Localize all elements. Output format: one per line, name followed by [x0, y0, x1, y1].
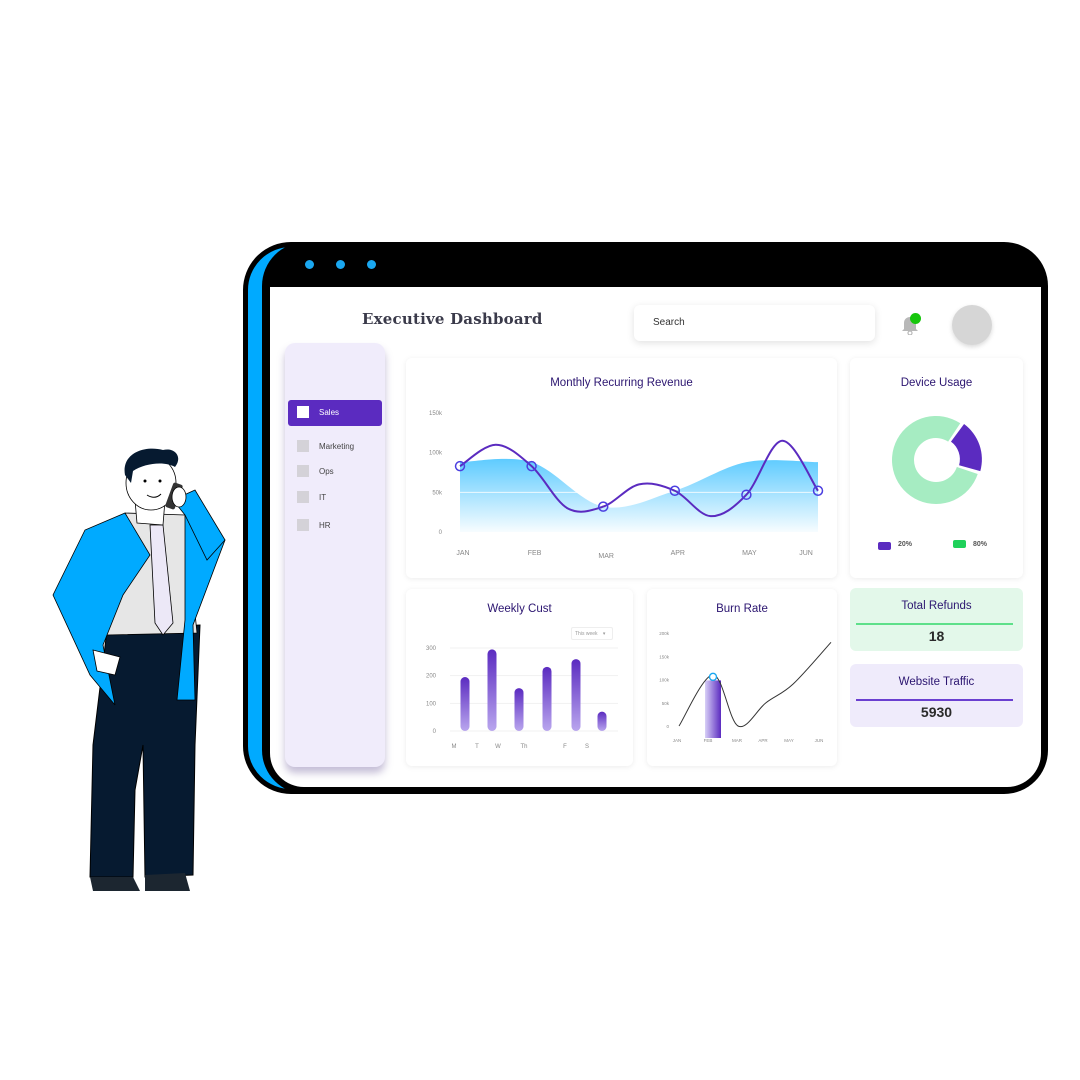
businessman-illustration	[52, 448, 226, 891]
y-tick-label: 50k	[432, 490, 443, 496]
x-tick-label: M	[452, 744, 457, 750]
y-tick-label: 0	[433, 729, 437, 735]
y-tick-label: 300	[426, 646, 437, 652]
y-tick-label: 0	[439, 530, 443, 536]
x-tick-label: APR	[758, 738, 768, 743]
weekly-bar	[571, 659, 581, 731]
weekly-bar	[460, 677, 470, 731]
y-tick-label: 150k	[429, 411, 443, 417]
legend-swatch-80	[953, 540, 966, 548]
sidebar-item-marketing[interactable]: Marketing	[288, 434, 382, 460]
sales-icon	[297, 406, 309, 418]
burn-line	[678, 641, 832, 728]
y-tick-label: 200k	[659, 631, 670, 636]
avatar[interactable]	[952, 305, 992, 345]
sidebar-item-label: Ops	[319, 467, 334, 476]
sidebar-item-ops[interactable]: Ops	[288, 459, 382, 485]
y-tick-label: 100	[426, 701, 437, 707]
mrr-area	[460, 458, 818, 532]
y-tick-label: 100k	[429, 451, 443, 457]
x-tick-label: JUN	[815, 738, 824, 743]
page-title: Executive Dashboard	[362, 310, 543, 328]
marketing-icon	[297, 440, 309, 452]
donut-slice	[950, 423, 982, 472]
ops-icon	[297, 465, 309, 477]
notification-badge	[910, 313, 921, 324]
weekly-bar	[514, 688, 524, 731]
divider	[856, 623, 1013, 625]
x-tick-label: MAR	[732, 738, 743, 743]
it-icon	[297, 491, 309, 503]
sidebar-item-label: Marketing	[319, 442, 355, 451]
legend-swatch-20	[878, 542, 891, 550]
window-dot-icon	[336, 260, 345, 269]
x-tick-label: APR	[671, 550, 685, 557]
x-tick-label: JAN	[673, 738, 682, 743]
x-tick-label: Th	[520, 744, 527, 750]
total-refunds-title: Total Refunds	[901, 600, 972, 612]
x-tick-label: T	[475, 744, 479, 750]
weekly-bar	[487, 649, 497, 731]
window-dot-icon	[305, 260, 314, 269]
sidebar-item-label: HR	[319, 521, 331, 530]
x-tick-label: MAR	[598, 553, 614, 560]
x-tick-label: JAN	[456, 550, 469, 557]
x-tick-label: FEB	[704, 738, 713, 743]
website-traffic-card: Website Traffic 5930	[850, 664, 1023, 727]
weekly-cust-chart: 0 100 200 300 M T W Th F S	[426, 646, 618, 750]
sidebar-item-label: IT	[319, 493, 327, 502]
total-refunds-card: Total Refunds 18	[850, 588, 1023, 651]
y-tick-label: 150k	[659, 654, 670, 659]
divider	[856, 699, 1013, 701]
sidebar-item-hr[interactable]: HR	[288, 513, 382, 539]
device-usage-donut	[892, 416, 982, 504]
website-traffic-title: Website Traffic	[898, 676, 975, 688]
sidebar-item-label: Sales	[319, 408, 340, 417]
legend-label-20: 20%	[898, 541, 913, 548]
legend-label-80: 80%	[973, 541, 988, 548]
burn-rate-chart: 0 50k 100k 150k 200k JAN FEB MAR APR MAY JUN	[659, 631, 832, 743]
y-tick-label: 100k	[659, 678, 670, 683]
x-tick-label: W	[495, 744, 501, 750]
x-tick-label: MAY	[742, 550, 757, 557]
window-dot-icon	[367, 260, 376, 269]
mrr-chart: 0 50k 100k 150k JAN FEB MAR APR MAY JUN	[429, 411, 824, 560]
total-refunds-value: 18	[928, 628, 945, 644]
weekly-bar	[597, 711, 607, 731]
sidebar-item-it[interactable]: IT	[288, 485, 382, 511]
burn-highlight-point	[708, 672, 718, 682]
sidebar-item-sales[interactable]: Sales	[288, 400, 382, 426]
y-tick-label: 0	[666, 724, 669, 729]
weekly-bar	[542, 666, 552, 731]
website-traffic-value: 5930	[920, 704, 953, 720]
x-tick-label: F	[563, 744, 567, 750]
x-tick-label: MAY	[784, 738, 793, 743]
y-tick-label: 200	[426, 674, 437, 680]
x-tick-label: JUN	[799, 550, 813, 557]
y-tick-label: 50k	[662, 701, 670, 706]
burn-highlight-bar	[705, 680, 721, 738]
hr-icon	[297, 519, 309, 531]
search-input[interactable]: Search	[634, 305, 875, 341]
x-tick-label: S	[585, 744, 589, 750]
x-tick-label: FEB	[528, 550, 542, 557]
